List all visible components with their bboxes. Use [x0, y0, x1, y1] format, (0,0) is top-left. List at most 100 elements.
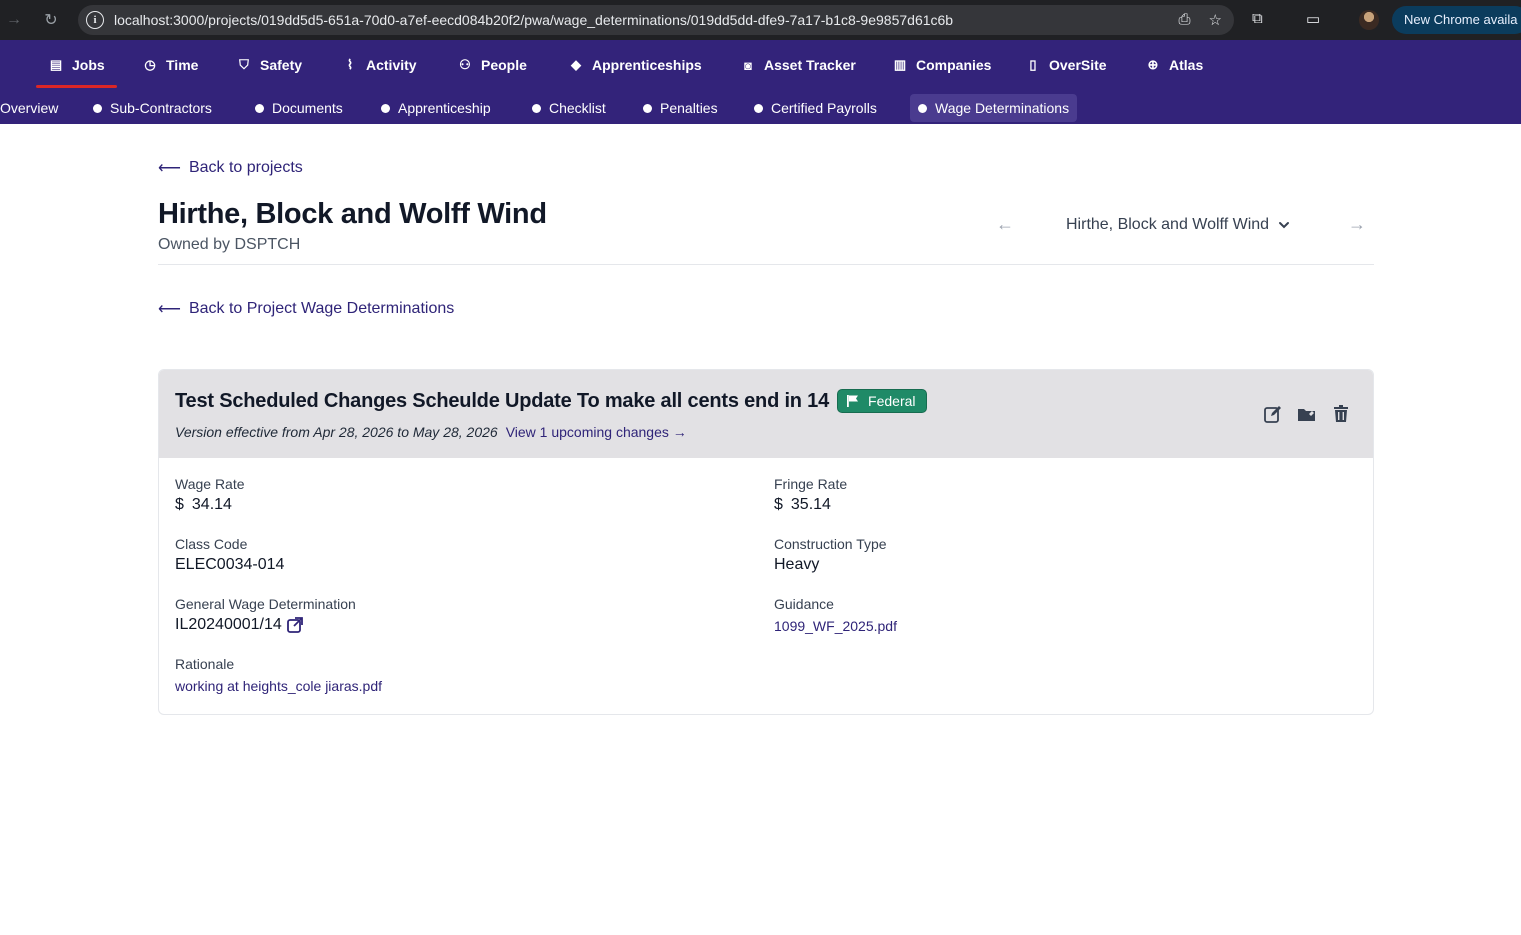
nav-item-label: Time — [166, 57, 199, 73]
archive-folder-icon[interactable] — [1297, 404, 1317, 424]
nav-item-atlas[interactable]: ⊕ Atlas — [1145, 40, 1204, 90]
class-code-field: Class Code ELEC0034-014 — [175, 536, 284, 574]
external-link-icon[interactable] — [286, 616, 304, 634]
dot-icon — [255, 103, 264, 113]
tab-certified-payrolls[interactable]: Certified Payrolls — [746, 94, 885, 122]
upcoming-link-label: View 1 upcoming changes — [505, 424, 669, 440]
previous-project-icon[interactable]: ← — [996, 214, 1014, 235]
nav-item-safety[interactable]: ⛉ Safety — [236, 40, 302, 90]
page-title: Hirthe, Block and Wolff Wind — [158, 198, 547, 230]
chevron-down-icon — [1279, 222, 1290, 229]
nav-item-label: Jobs — [72, 57, 105, 73]
flag-icon — [847, 395, 859, 407]
currency-symbol: $ — [175, 496, 184, 513]
gwd-number: IL20240001/14 — [175, 616, 282, 633]
nav-item-jobs[interactable]: ▤ Jobs — [36, 40, 117, 90]
card-actions — [1263, 404, 1351, 424]
fringe-rate-label: Fringe Rate — [774, 476, 848, 492]
nav-item-companies[interactable]: ▥ Companies — [892, 40, 992, 90]
tab-overview[interactable]: Overview — [0, 94, 66, 122]
tab-label: Sub-Contractors — [110, 100, 212, 116]
briefcase-icon: ▤ — [49, 57, 63, 72]
map-icon: ▯ — [1029, 57, 1037, 72]
project-selector[interactable]: Hirthe, Block and Wolff Wind — [1066, 216, 1291, 234]
tab-wage-determinations[interactable]: Wage Determinations — [910, 94, 1078, 122]
reload-icon[interactable]: ↻ — [34, 10, 68, 30]
class-code-label: Class Code — [175, 536, 248, 552]
project-owner: Owned by DSPTCH — [158, 236, 301, 253]
globe-icon: ⊕ — [1147, 57, 1159, 72]
tab-label: Certified Payrolls — [771, 100, 877, 116]
tab-checklist[interactable]: Checklist — [524, 94, 614, 122]
arrow-left-icon: ⟵ — [158, 301, 181, 318]
trash-icon[interactable] — [1331, 404, 1351, 424]
general-wage-determination-field: General Wage Determination IL20240001/14 — [175, 596, 356, 634]
tab-search-icon[interactable]: ▭ — [1306, 10, 1320, 28]
address-bar[interactable]: i localhost:3000/projects/019dd5d5-651a-… — [78, 5, 1234, 35]
tab-label: Wage Determinations — [935, 100, 1070, 116]
nav-item-label: Atlas — [1169, 57, 1204, 73]
nav-item-label: Asset Tracker — [764, 57, 856, 73]
wage-rate-label: Wage Rate — [175, 476, 245, 492]
nav-item-asset-tracker[interactable]: ◙ Asset Tracker — [740, 40, 856, 90]
rationale-label: Rationale — [175, 656, 235, 672]
card-header: Test Scheduled Changes Scheulde Update T… — [159, 370, 1373, 458]
bookmark-star-icon[interactable]: ☆ — [1209, 11, 1222, 29]
tab-documents[interactable]: Documents — [247, 94, 351, 122]
card-title-row: Test Scheduled Changes Scheulde Update T… — [175, 389, 927, 413]
tab-label: Documents — [272, 100, 343, 116]
nav-item-label: Safety — [260, 57, 303, 73]
wage-determination-card: Test Scheduled Changes Scheulde Update T… — [158, 369, 1374, 715]
new-chrome-available-button[interactable]: New Chrome availa — [1392, 6, 1521, 34]
dot-icon — [918, 103, 927, 113]
nav-item-people[interactable]: ⚇ People — [457, 40, 527, 90]
nav-item-activity[interactable]: ⌇ Activity — [342, 40, 417, 90]
tab-sub-contractors[interactable]: Sub-Contractors — [85, 94, 220, 122]
profile-avatar[interactable] — [1359, 10, 1379, 30]
back-to-projects-link[interactable]: ⟵ Back to projects — [158, 158, 303, 178]
construction-type-field: Construction Type Heavy — [774, 536, 887, 574]
header-divider — [158, 264, 1374, 265]
federal-badge: Federal — [837, 389, 927, 413]
badge-label: Federal — [868, 393, 916, 409]
install-app-icon[interactable]: ⎙ — [1179, 11, 1191, 29]
view-upcoming-changes-link[interactable]: View 1 upcoming changes → — [506, 424, 687, 440]
gwd-label: General Wage Determination — [175, 596, 356, 612]
version-effective-text: Version effective from Apr 28, 2026 to M… — [175, 424, 498, 440]
tab-apprenticeship[interactable]: Apprenticeship — [373, 94, 499, 122]
guidance-label: Guidance — [774, 596, 834, 612]
users-icon: ⚇ — [459, 57, 471, 72]
back-to-wage-determinations-label: Back to Project Wage Determinations — [188, 300, 455, 317]
rationale-field: Rationale working at heights_cole jiaras… — [175, 656, 382, 694]
wage-rate-amount: 34.14 — [191, 496, 232, 513]
nav-item-label: Apprenticeships — [592, 57, 702, 73]
project-subnav: Overview Sub-Contractors Documents Appre… — [0, 90, 1521, 124]
nav-item-apprenticeships[interactable]: ◆ Apprenticeships — [568, 40, 702, 90]
browser-toolbar: → ↻ i localhost:3000/projects/019dd5d5-6… — [0, 0, 1521, 40]
back-to-wage-determinations-link[interactable]: ⟵ Back to Project Wage Determinations — [158, 299, 454, 319]
dot-icon — [754, 103, 763, 113]
edit-icon[interactable] — [1263, 404, 1283, 424]
dot-icon — [532, 103, 541, 113]
nav-item-oversite[interactable]: ▯ OverSite — [1025, 40, 1106, 90]
site-info-icon[interactable]: i — [86, 11, 104, 29]
nav-item-time[interactable]: ◷ Time — [142, 40, 198, 90]
url-text[interactable]: localhost:3000/projects/019dd5d5-651a-70… — [114, 12, 953, 28]
currency-symbol: $ — [774, 496, 783, 513]
pulse-icon: ⌇ — [346, 57, 354, 72]
tab-penalties[interactable]: Penalties — [635, 94, 726, 122]
gwd-value: IL20240001/14 — [175, 616, 356, 634]
tab-label: Checklist — [549, 100, 606, 116]
extensions-icon[interactable]: ⧉ — [1252, 10, 1263, 27]
next-project-icon[interactable]: → — [1348, 214, 1366, 235]
project-switcher: ← Hirthe, Block and Wolff Wind → — [996, 214, 1366, 238]
card-title: Test Scheduled Changes Scheulde Update T… — [175, 389, 830, 412]
guidance-file-link[interactable]: 1099_WF_2025.pdf — [774, 618, 897, 634]
construction-type-value: Heavy — [774, 556, 820, 573]
camera-icon: ◙ — [744, 57, 752, 73]
rationale-file-link[interactable]: working at heights_cole jiaras.pdf — [175, 678, 382, 694]
arrow-right-icon: → — [672, 424, 687, 440]
nav-item-label: Activity — [366, 57, 417, 73]
tab-label: Penalties — [660, 100, 718, 116]
forward-icon[interactable]: → — [0, 11, 28, 29]
